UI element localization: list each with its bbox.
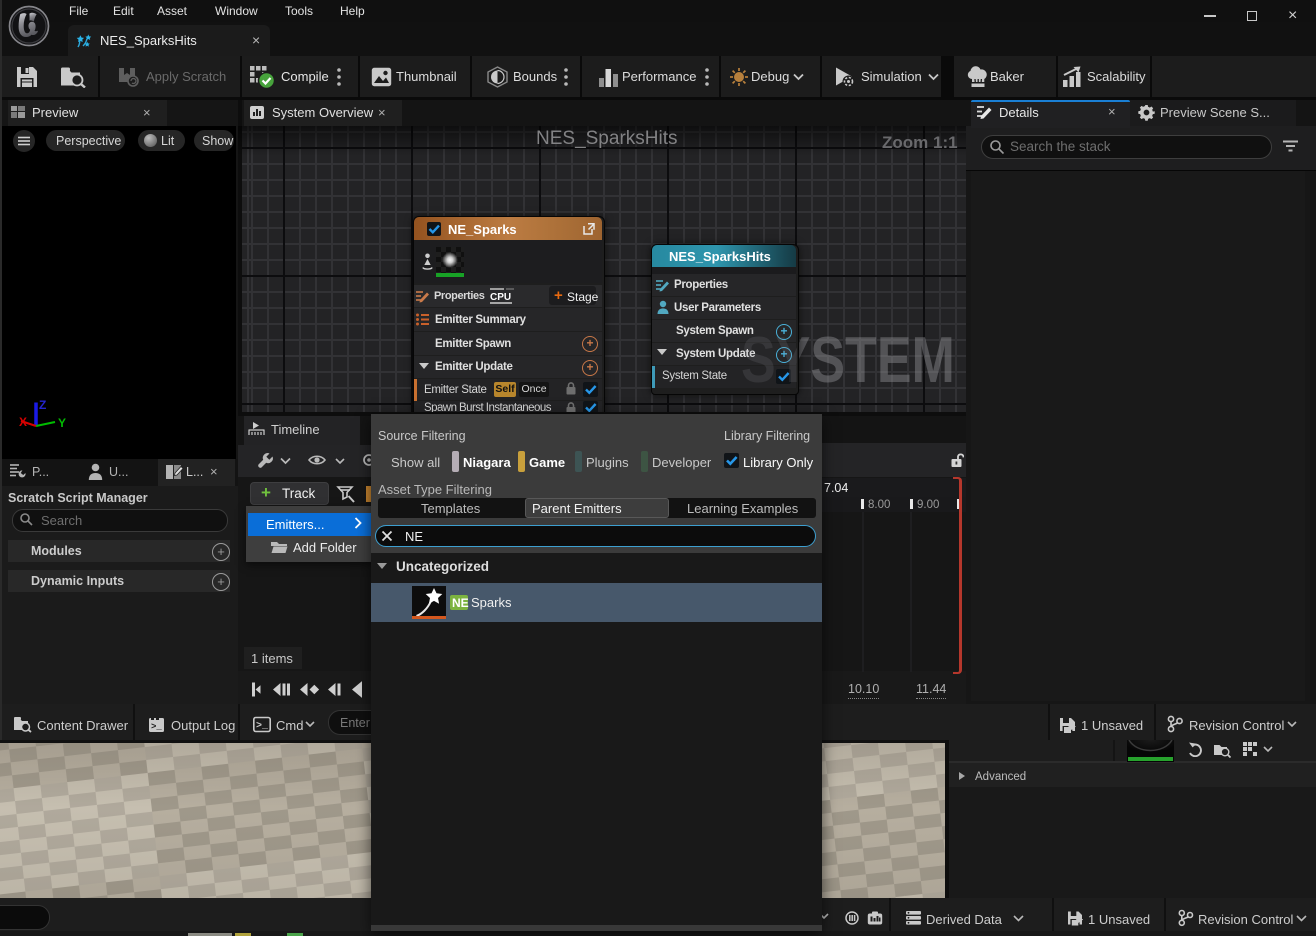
svg-text:Z: Z bbox=[39, 398, 46, 412]
svg-text:>_: >_ bbox=[256, 721, 269, 732]
svg-text:CPU: CPU bbox=[490, 292, 511, 303]
svg-text:>_: >_ bbox=[151, 722, 162, 732]
svg-text:Y: Y bbox=[58, 416, 66, 430]
svg-text:X: X bbox=[19, 415, 27, 429]
